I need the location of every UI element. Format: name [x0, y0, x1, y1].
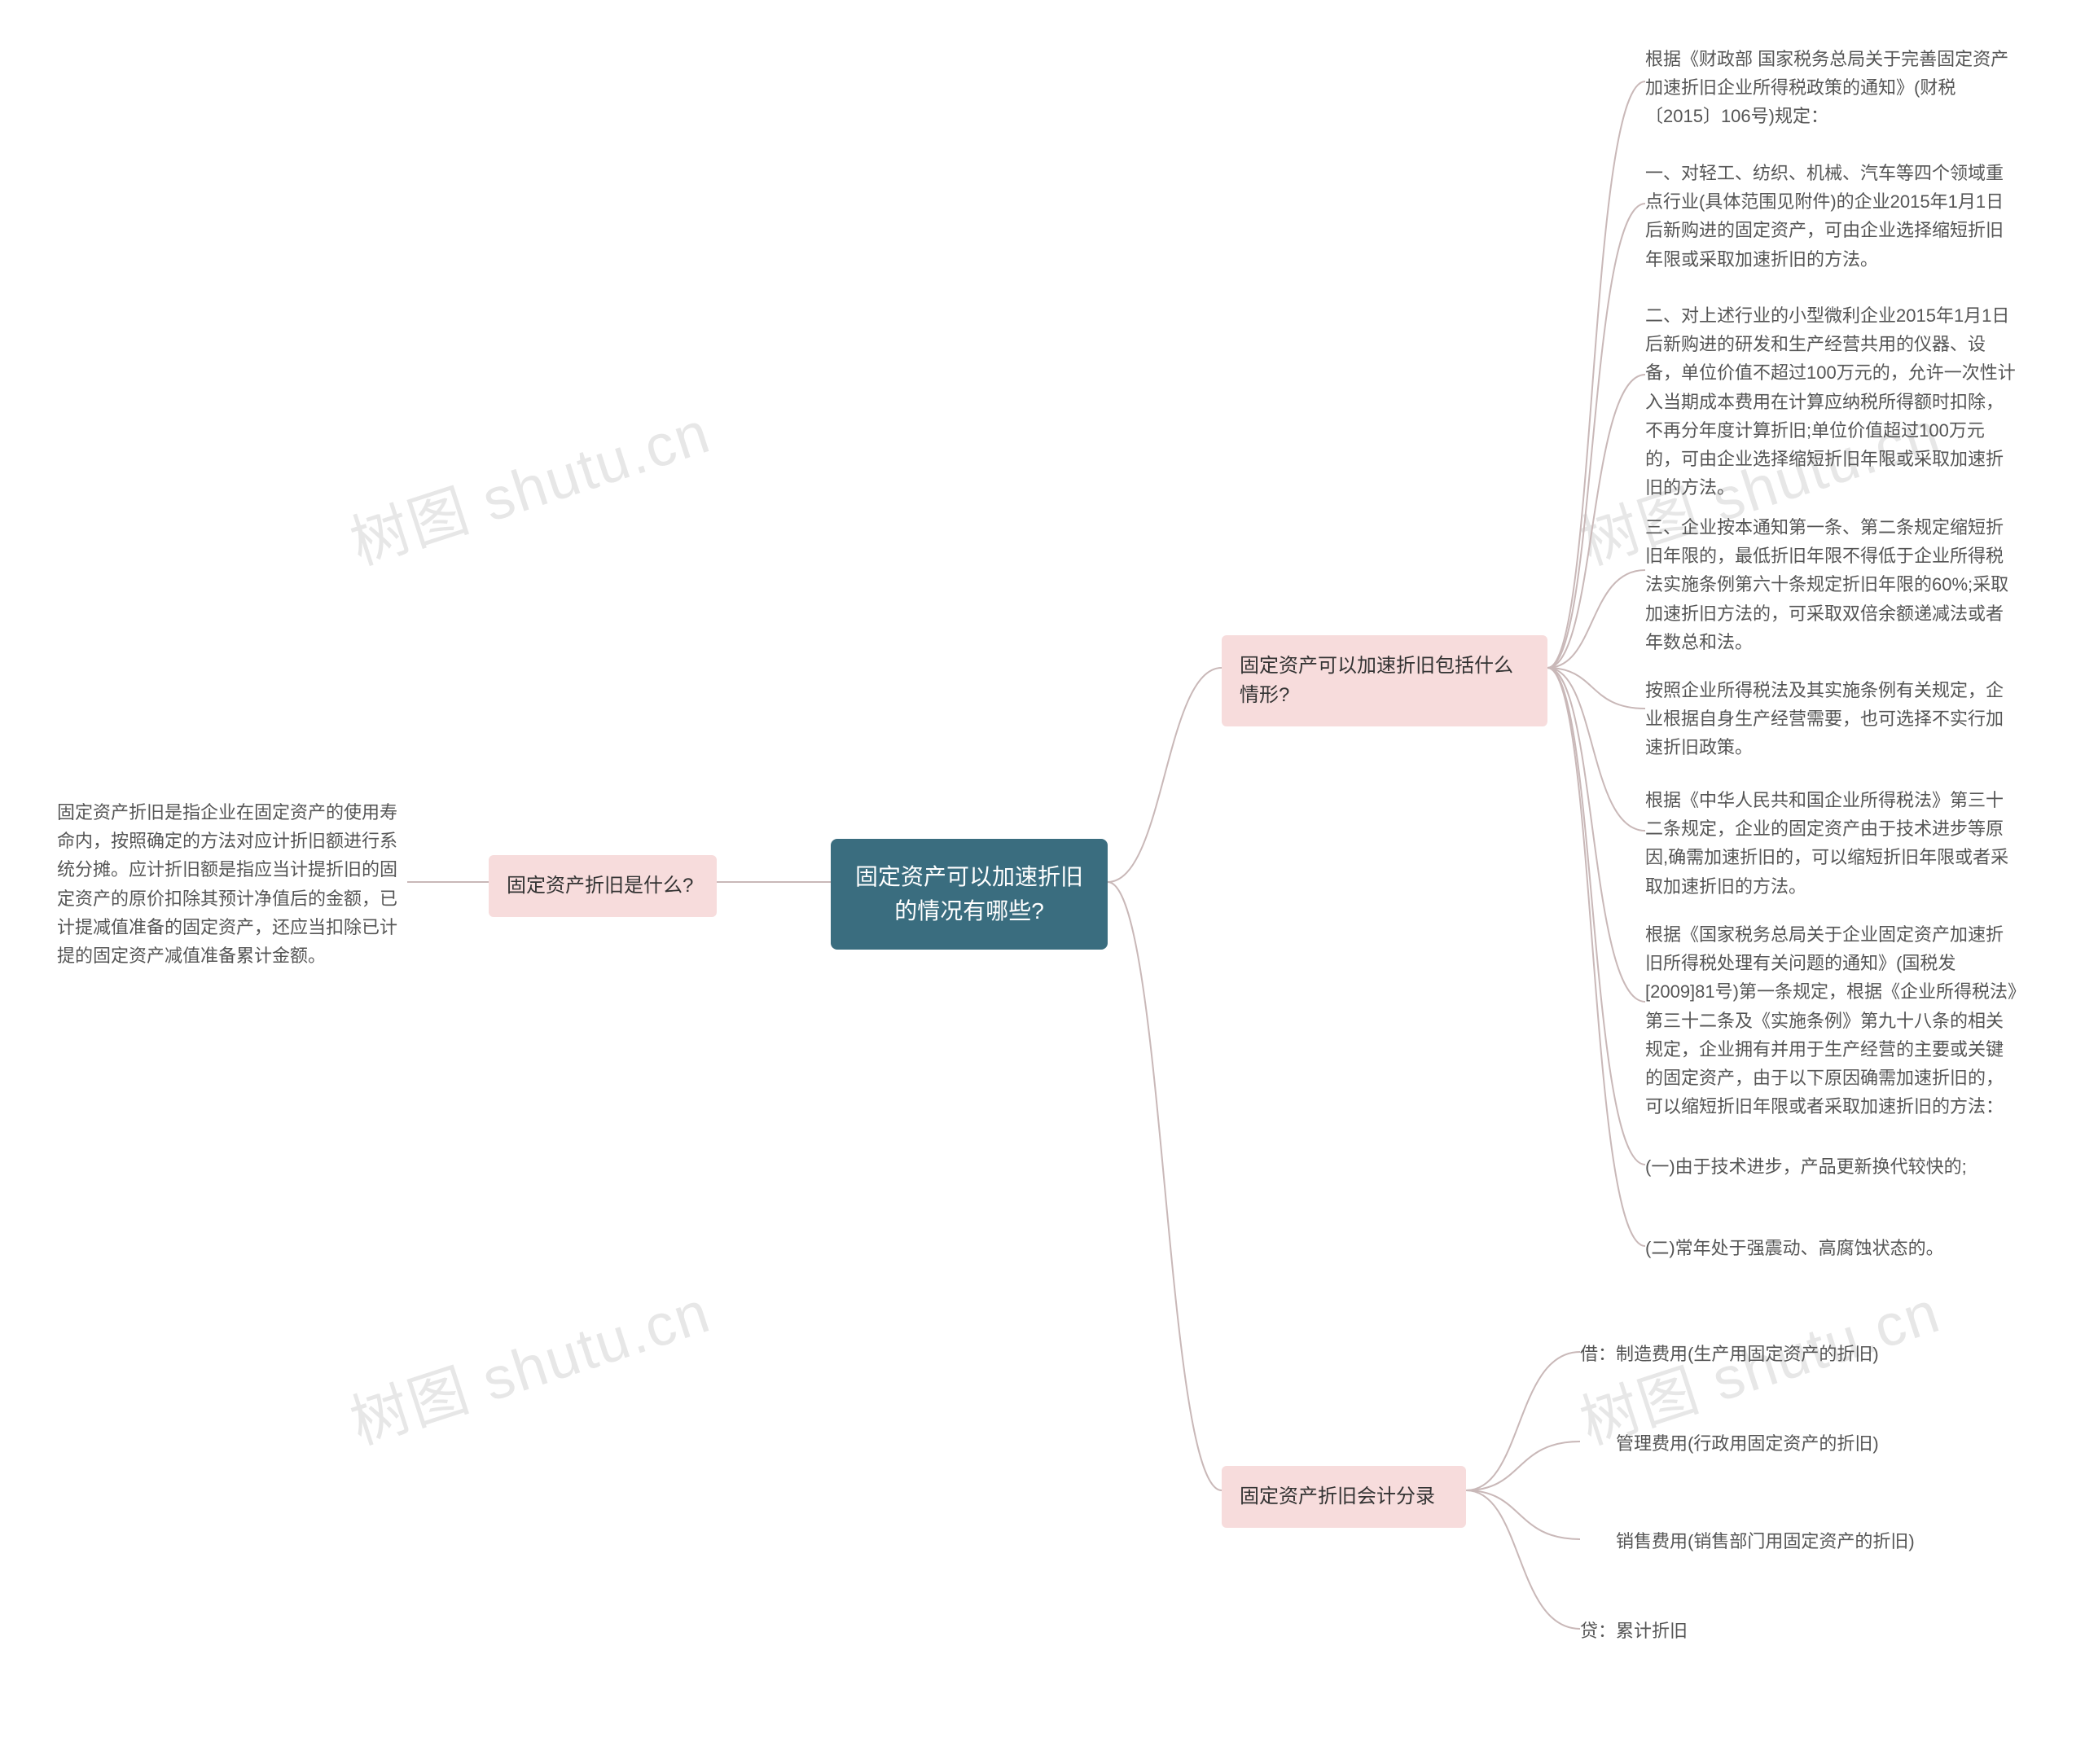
leaf-r2-3: 贷：累计折旧	[1580, 1617, 1971, 1645]
leaf-r2-0: 借：制造费用(生产用固定资产的折旧)	[1580, 1340, 1971, 1368]
leaf-r1-6: 根据《国家税务总局关于企业固定资产加速折旧所得税处理有关问题的通知》(国税发[2…	[1645, 920, 2020, 1121]
leaf-r1-4: 按照企业所得税法及其实施条例有关规定，企业根据自身生产经营需要，也可选择不实行加…	[1645, 676, 2020, 762]
watermark: 树图 shutu.cn	[338, 1264, 719, 1460]
branch-accounting-entries[interactable]: 固定资产折旧会计分录	[1222, 1466, 1466, 1528]
branch-what-is-depreciation[interactable]: 固定资产折旧是什么?	[489, 855, 717, 917]
leaf-r1-5: 根据《中华人民共和国企业所得税法》第三十二条规定，企业的固定资产由于技术进步等原…	[1645, 786, 2020, 901]
root-node[interactable]: 固定资产可以加速折旧的情况有哪些?	[831, 839, 1108, 950]
leaf-r1-7: (一)由于技术进步，产品更新换代较快的;	[1645, 1152, 2020, 1181]
leaf-r1-2: 二、对上述行业的小型微利企业2015年1月1日后新购进的研发和生产经营共用的仪器…	[1645, 301, 2020, 502]
leaf-r1-0: 根据《财政部 国家税务总局关于完善固定资产加速折旧企业所得税政策的通知》(财税〔…	[1645, 45, 2020, 131]
leaf-r1-3: 三、企业按本通知第一条、第二条规定缩短折旧年限的，最低折旧年限不得低于企业所得税…	[1645, 513, 2020, 656]
leaf-r2-1: 管理费用(行政用固定资产的折旧)	[1580, 1429, 1971, 1458]
leaf-r2-2: 销售费用(销售部门用固定资产的折旧)	[1580, 1527, 1971, 1556]
leaf-depreciation-definition: 固定资产折旧是指企业在固定资产的使用寿命内，按照确定的方法对应计折旧额进行系统分…	[57, 798, 407, 970]
watermark: 树图 shutu.cn	[338, 384, 719, 581]
leaf-r1-8: (二)常年处于强震动、高腐蚀状态的。	[1645, 1234, 2020, 1262]
branch-accelerated-cases[interactable]: 固定资产可以加速折旧包括什么情形?	[1222, 635, 1547, 726]
leaf-r1-1: 一、对轻工、纺织、机械、汽车等四个领域重点行业(具体范围见附件)的企业2015年…	[1645, 159, 2020, 274]
